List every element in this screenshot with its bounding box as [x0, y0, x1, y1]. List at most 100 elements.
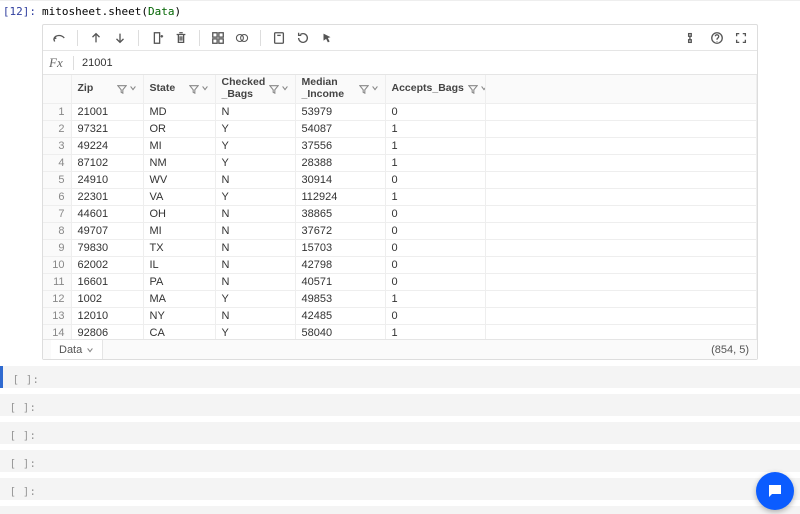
column-header-accepts-bags[interactable]: Accepts_Bags	[385, 75, 485, 103]
steps-icon[interactable]	[683, 28, 703, 48]
cell-state[interactable]: OH	[143, 205, 215, 222]
cell-accepts-bags[interactable]: 0	[385, 256, 485, 273]
cell-median-income[interactable]: 28388	[295, 154, 385, 171]
column-header-checked-bags[interactable]: Checked _Bags	[215, 75, 295, 103]
pivot-icon[interactable]	[208, 28, 228, 48]
dropdown-icon[interactable]	[129, 84, 137, 92]
cell-accepts-bags[interactable]: 0	[385, 239, 485, 256]
empty-code-cell[interactable]: [ ]:	[0, 478, 800, 500]
empty-code-cell[interactable]: [ ]:	[0, 394, 800, 416]
cell-accepts-bags[interactable]: 0	[385, 205, 485, 222]
column-header-state[interactable]: State	[143, 75, 215, 103]
cell-accepts-bags[interactable]: 1	[385, 290, 485, 307]
table-row[interactable]: 297321ORY540871	[43, 120, 757, 137]
table-row[interactable]: 1492806CAY580401	[43, 324, 757, 339]
cell-zip[interactable]: 16601	[71, 273, 143, 290]
row-number[interactable]: 8	[43, 222, 71, 239]
arrow-down-icon[interactable]	[110, 28, 130, 48]
table-row[interactable]: 979830TXN157030	[43, 239, 757, 256]
cell-state[interactable]: MA	[143, 290, 215, 307]
table-row[interactable]: 622301VAY1129241	[43, 188, 757, 205]
dropdown-icon[interactable]	[371, 84, 379, 92]
cell-zip[interactable]: 97321	[71, 120, 143, 137]
column-header-zip[interactable]: Zip	[71, 75, 143, 103]
cell-state[interactable]: MI	[143, 222, 215, 239]
cell-median-income[interactable]: 53979	[295, 103, 385, 120]
cell-median-income[interactable]: 49853	[295, 290, 385, 307]
cell-zip[interactable]: 1002	[71, 290, 143, 307]
cell-state[interactable]: OR	[143, 120, 215, 137]
row-number[interactable]: 4	[43, 154, 71, 171]
row-number[interactable]: 10	[43, 256, 71, 273]
dropdown-icon[interactable]	[86, 346, 94, 354]
cell-median-income[interactable]: 37672	[295, 222, 385, 239]
fullscreen-icon[interactable]	[731, 28, 751, 48]
cell-median-income[interactable]: 38865	[295, 205, 385, 222]
column-header-median-income[interactable]: Median _Income	[295, 75, 385, 103]
filter-icon[interactable]	[359, 84, 369, 94]
cell-median-income[interactable]: 42485	[295, 307, 385, 324]
table-row[interactable]: 349224MIY375561	[43, 137, 757, 154]
cell-median-income[interactable]: 30914	[295, 171, 385, 188]
cell-accepts-bags[interactable]: 0	[385, 307, 485, 324]
cell-zip[interactable]: 92806	[71, 324, 143, 339]
undo-icon[interactable]	[49, 28, 69, 48]
table-row[interactable]: 121002MAY498531	[43, 290, 757, 307]
filter-icon[interactable]	[117, 84, 127, 94]
cell-zip[interactable]: 87102	[71, 154, 143, 171]
cell-median-income[interactable]: 58040	[295, 324, 385, 339]
cell-zip[interactable]: 79830	[71, 239, 143, 256]
help-icon[interactable]	[707, 28, 727, 48]
row-number[interactable]: 5	[43, 171, 71, 188]
table-row[interactable]: 1062002ILN427980	[43, 256, 757, 273]
cell-accepts-bags[interactable]: 0	[385, 171, 485, 188]
empty-code-cell[interactable]: [ ]:	[0, 450, 800, 472]
row-number[interactable]: 3	[43, 137, 71, 154]
row-number[interactable]: 1	[43, 103, 71, 120]
cell-accepts-bags[interactable]: 0	[385, 103, 485, 120]
cell-zip[interactable]: 21001	[71, 103, 143, 120]
cell-accepts-bags[interactable]: 1	[385, 188, 485, 205]
cell-checked-bags[interactable]: N	[215, 103, 295, 120]
cell-checked-bags[interactable]: Y	[215, 120, 295, 137]
cell-median-income[interactable]: 37556	[295, 137, 385, 154]
empty-code-cell[interactable]: [ ]:	[0, 366, 800, 388]
cell-checked-bags[interactable]: Y	[215, 154, 295, 171]
row-number[interactable]: 6	[43, 188, 71, 205]
filter-icon[interactable]	[269, 84, 279, 94]
cell-accepts-bags[interactable]: 0	[385, 273, 485, 290]
cell-state[interactable]: NY	[143, 307, 215, 324]
formula-input[interactable]	[80, 55, 751, 71]
replay-icon[interactable]	[293, 28, 313, 48]
cell-median-income[interactable]: 42798	[295, 256, 385, 273]
row-number[interactable]: 7	[43, 205, 71, 222]
cell-zip[interactable]: 44601	[71, 205, 143, 222]
cell-state[interactable]: CA	[143, 324, 215, 339]
save-icon[interactable]	[269, 28, 289, 48]
cell-checked-bags[interactable]: N	[215, 222, 295, 239]
cell-zip[interactable]: 49707	[71, 222, 143, 239]
table-row[interactable]: 121001MDN539790	[43, 103, 757, 120]
cell-checked-bags[interactable]: N	[215, 256, 295, 273]
cell-accepts-bags[interactable]: 0	[385, 222, 485, 239]
corner-cell[interactable]	[43, 75, 71, 103]
row-number[interactable]: 14	[43, 324, 71, 339]
row-number[interactable]: 2	[43, 120, 71, 137]
cell-checked-bags[interactable]: N	[215, 239, 295, 256]
cell-state[interactable]: NM	[143, 154, 215, 171]
data-grid[interactable]: Zip State Checked _Bags Median _Income A…	[43, 75, 757, 339]
cell-checked-bags[interactable]: Y	[215, 324, 295, 339]
cell-checked-bags[interactable]: Y	[215, 188, 295, 205]
filter-icon[interactable]	[468, 84, 478, 94]
cell-zip[interactable]: 22301	[71, 188, 143, 205]
cell-zip[interactable]: 12010	[71, 307, 143, 324]
cell-state[interactable]: MD	[143, 103, 215, 120]
merge-icon[interactable]	[232, 28, 252, 48]
cell-accepts-bags[interactable]: 1	[385, 324, 485, 339]
table-row[interactable]: 744601OHN388650	[43, 205, 757, 222]
table-row[interactable]: 487102NMY283881	[43, 154, 757, 171]
cell-state[interactable]: VA	[143, 188, 215, 205]
cell-checked-bags[interactable]: N	[215, 205, 295, 222]
cell-checked-bags[interactable]: N	[215, 273, 295, 290]
sheet-tab-data[interactable]: Data	[51, 340, 103, 359]
